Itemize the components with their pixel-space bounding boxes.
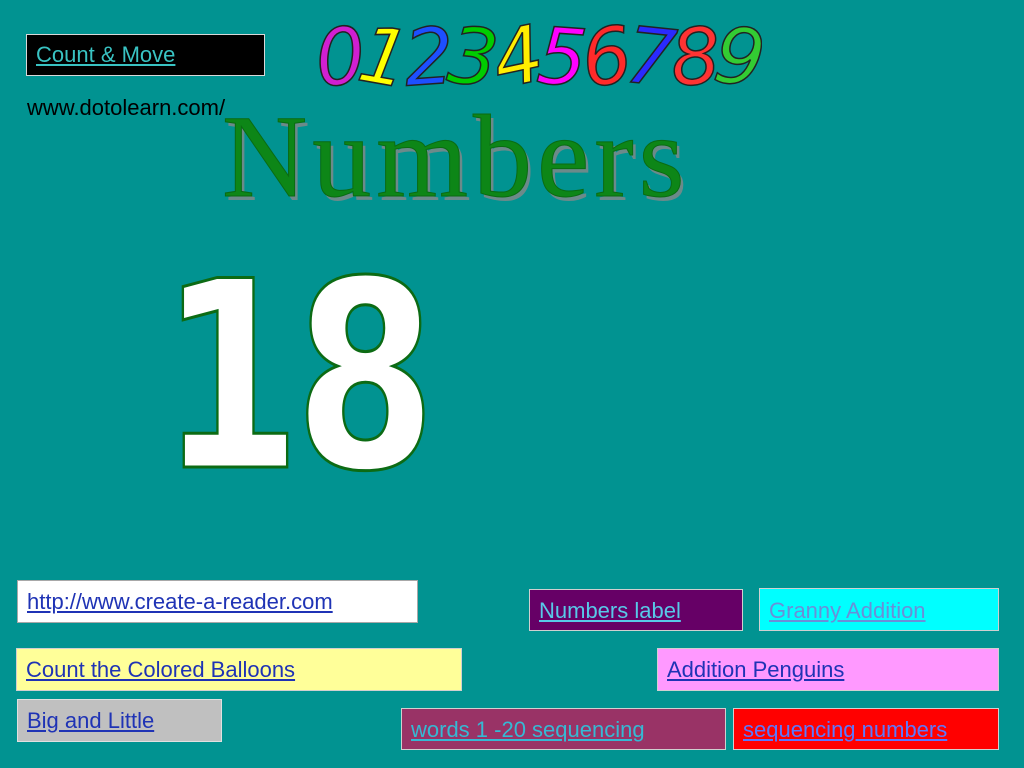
- slide: Count & Move www.dotolearn.com/ 01234567…: [0, 0, 1024, 768]
- granny-addition-link[interactable]: Granny Addition: [769, 598, 926, 623]
- featured-number: 18: [159, 227, 437, 529]
- words-sequencing-link-box[interactable]: words 1 -20 sequencing: [401, 708, 726, 750]
- site-url-text: www.dotolearn.com/: [27, 95, 226, 120]
- big-and-little-link[interactable]: Big and Little: [27, 708, 154, 733]
- numbers-label-link[interactable]: Numbers label: [539, 598, 681, 623]
- sequencing-numbers-link-box[interactable]: sequencing numbers: [733, 708, 999, 750]
- count-balloons-link[interactable]: Count the Colored Balloons: [26, 657, 295, 682]
- page-title: Numbers: [222, 91, 690, 222]
- count-and-move-link[interactable]: Count & Move: [36, 42, 175, 67]
- numbers-label-link-box[interactable]: Numbers label: [529, 589, 743, 631]
- sequencing-numbers-link[interactable]: sequencing numbers: [743, 717, 947, 742]
- addition-penguins-link[interactable]: Addition Penguins: [667, 657, 844, 682]
- create-a-reader-link-box[interactable]: http://www.create-a-reader.com: [17, 580, 418, 623]
- count-balloons-link-box[interactable]: Count the Colored Balloons: [16, 648, 462, 691]
- granny-addition-link-box[interactable]: Granny Addition: [759, 588, 999, 631]
- create-a-reader-link[interactable]: http://www.create-a-reader.com: [27, 589, 333, 614]
- count-and-move-link-box[interactable]: Count & Move: [26, 34, 265, 76]
- words-sequencing-link[interactable]: words 1 -20 sequencing: [411, 717, 645, 742]
- digits-banner: 0123456789: [318, 14, 762, 96]
- addition-penguins-link-box[interactable]: Addition Penguins: [657, 648, 999, 691]
- big-and-little-link-box[interactable]: Big and Little: [17, 699, 222, 742]
